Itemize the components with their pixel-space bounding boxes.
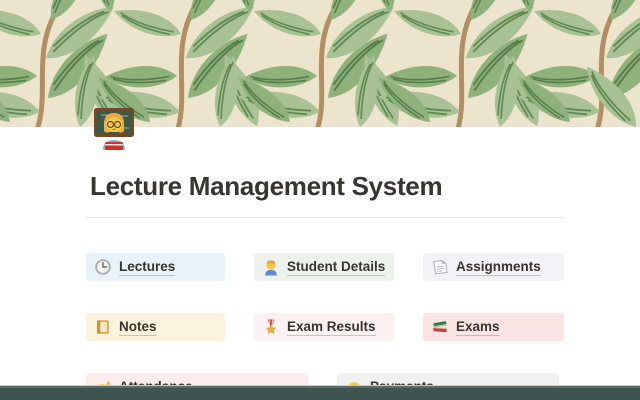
card-exams[interactable]: Exams (423, 313, 564, 341)
card-notes-label: Notes (119, 319, 157, 336)
card-assignments[interactable]: Assignments (423, 253, 564, 281)
medal-icon (262, 318, 280, 336)
card-exam-results-label: Exam Results (287, 319, 376, 336)
card-student-details-label: Student Details (287, 259, 385, 276)
card-exams-label: Exams (456, 319, 500, 336)
books-icon (431, 318, 449, 336)
bottom-bar (0, 385, 640, 400)
clock-icon (94, 258, 112, 276)
page-title[interactable]: Lecture Management System (90, 171, 442, 202)
notion-page: Lecture Management System Lectures Stude… (0, 0, 640, 400)
notebook-icon (94, 318, 112, 336)
divider (86, 217, 564, 218)
card-assignments-label: Assignments (456, 259, 541, 276)
card-lectures-label: Lectures (119, 259, 175, 276)
bookmark-tabs-icon (431, 258, 449, 276)
card-exam-results[interactable]: Exam Results (254, 313, 394, 341)
student-icon (262, 258, 280, 276)
woman-teacher-emoji-icon[interactable] (91, 104, 137, 150)
card-student-details[interactable]: Student Details (254, 253, 394, 281)
card-notes[interactable]: Notes (86, 313, 225, 341)
card-lectures[interactable]: Lectures (86, 253, 225, 281)
